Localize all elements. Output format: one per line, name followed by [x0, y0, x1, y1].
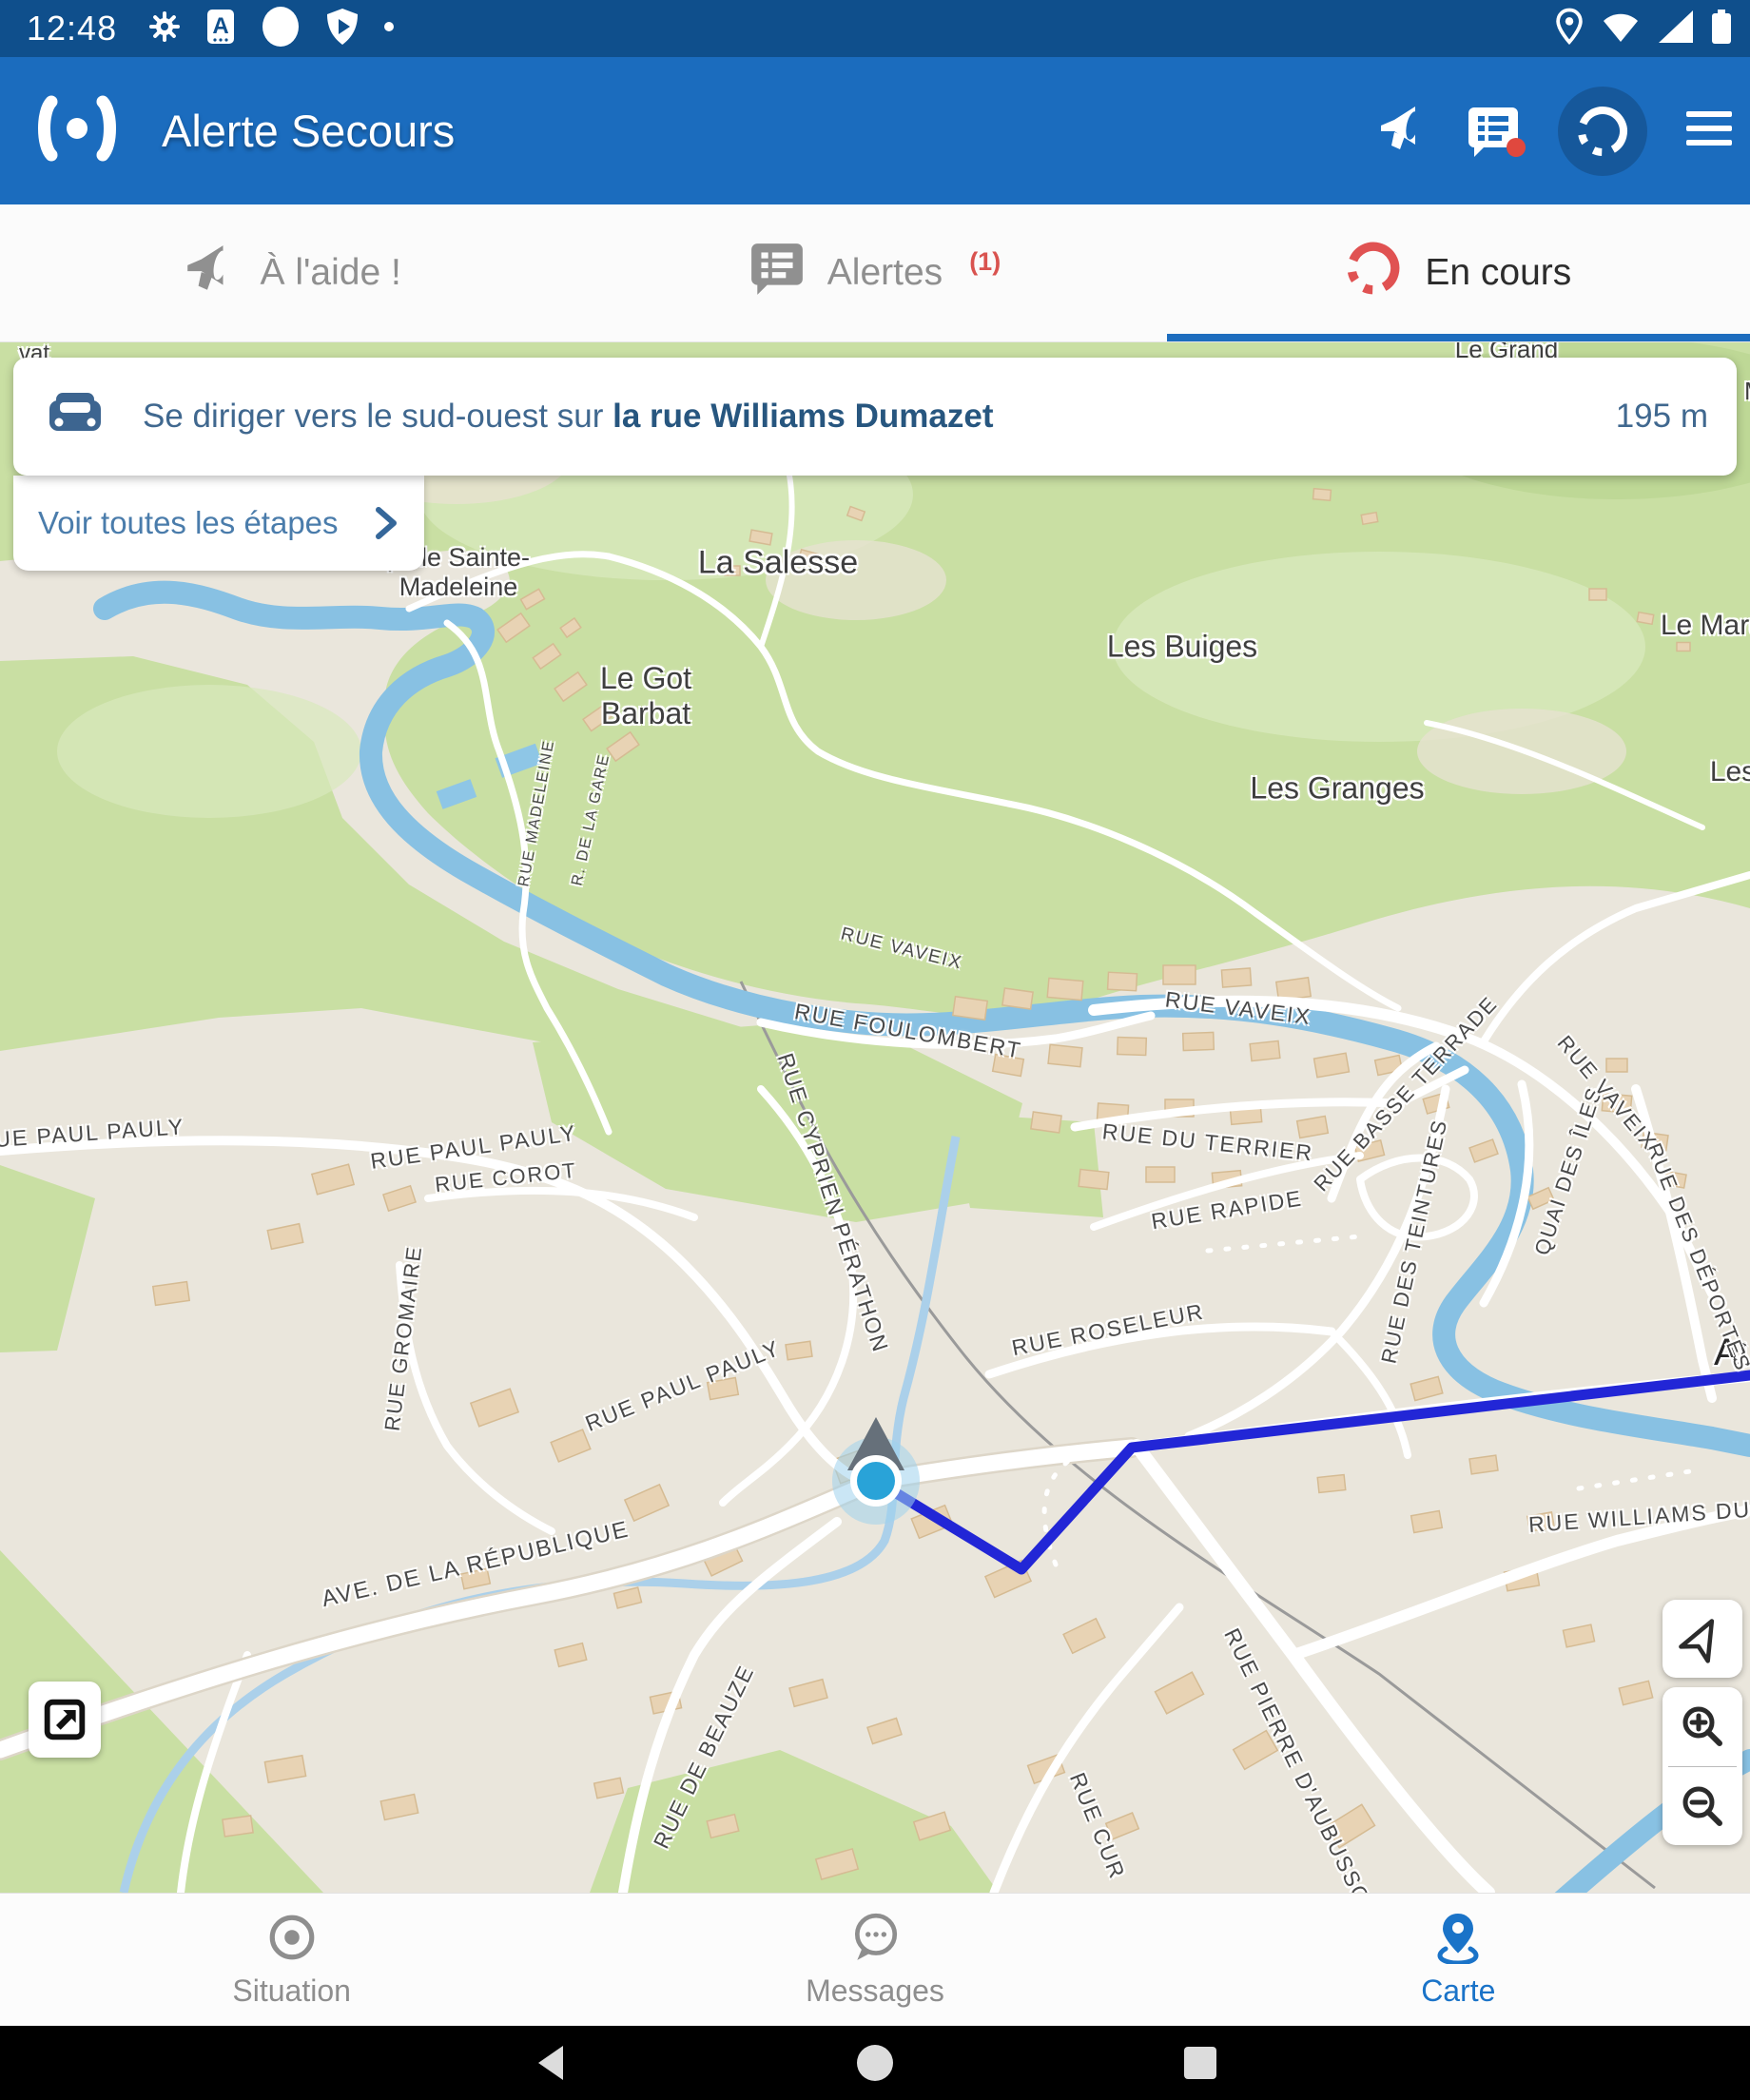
status-dot-icon	[383, 20, 395, 37]
chat-list-icon	[749, 240, 805, 306]
instruction-road: la rue Williams Dumazet	[612, 398, 993, 435]
phone-screen: 12:48 A	[0, 0, 1750, 2100]
zoom-out-icon	[1677, 1780, 1728, 1832]
instruction-text: Se diriger vers le sud-ouest sur la rue …	[143, 398, 1616, 436]
alert-count-badge: (1)	[969, 247, 1001, 277]
active-tab-indicator	[1167, 334, 1750, 341]
messages-icon	[848, 1911, 902, 1964]
map-canvas[interactable]: vatLe GrandMpelle Sainte-MadeleineLa Sal…	[0, 342, 1750, 1893]
open-external-map-button[interactable]	[29, 1682, 101, 1758]
unread-badge	[1507, 138, 1526, 157]
android-navigation-bar	[0, 2026, 1750, 2100]
chat-list-icon[interactable]	[1467, 104, 1520, 159]
map-place-label: Le GotBarbat	[600, 661, 691, 731]
tab-a-laide[interactable]: À l'aide !	[0, 204, 583, 341]
bottom-navigation: Situation Messages Carte	[0, 1893, 1750, 2026]
tracking-spinner-button[interactable]	[1558, 87, 1647, 176]
tab-bar: À l'aide ! Alertes (1) En cours	[0, 204, 1750, 342]
map-place-label: M	[1744, 378, 1750, 406]
car-icon	[48, 391, 103, 443]
map-place-label: Les Granges	[1250, 771, 1424, 807]
bottomnav-carte[interactable]: Carte	[1167, 1894, 1750, 2026]
zoom-out-button[interactable]	[1662, 1767, 1742, 1846]
app-bar: Alerte Secours	[0, 57, 1750, 204]
auto-translate-icon: A	[206, 9, 235, 49]
map-place-label: Les	[1710, 756, 1750, 789]
gear-icon	[147, 10, 182, 49]
signal-icon	[1657, 9, 1695, 49]
shield-play-icon	[326, 8, 359, 50]
map-place-label: Le Marc	[1661, 610, 1750, 643]
all-steps-label: Voir toutes les étapes	[38, 505, 371, 541]
zoom-in-button[interactable]	[1662, 1687, 1742, 1766]
notification-dot-icon	[260, 6, 301, 52]
battery-icon	[1710, 8, 1733, 50]
spinner-icon	[1345, 240, 1402, 306]
external-link-icon	[41, 1696, 88, 1743]
recents-button[interactable]	[1181, 2042, 1219, 2084]
megaphone-icon[interactable]	[1375, 102, 1429, 160]
status-bar: 12:48 A	[0, 0, 1750, 57]
all-steps-button[interactable]: Voir toutes les étapes	[13, 476, 424, 571]
tab-label: Alertes	[827, 252, 943, 294]
back-button[interactable]	[531, 2042, 569, 2084]
tab-label: À l'aide !	[260, 252, 400, 294]
tab-alertes[interactable]: Alertes (1)	[583, 204, 1166, 341]
map-graphics	[0, 342, 1750, 1893]
svg-text:A: A	[212, 13, 228, 39]
clock: 12:48	[27, 9, 117, 49]
map-place-label: La Salesse	[698, 544, 858, 581]
map-pin-icon	[1431, 1911, 1485, 1964]
bottomnav-situation[interactable]: Situation	[0, 1894, 583, 2026]
recenter-button[interactable]	[1662, 1600, 1742, 1678]
location-pin-icon	[1554, 8, 1585, 50]
tab-label: En cours	[1425, 252, 1571, 294]
home-button[interactable]	[854, 2042, 896, 2084]
situation-icon	[265, 1911, 319, 1964]
zoom-in-icon	[1677, 1701, 1728, 1752]
navigation-instruction-card[interactable]: Se diriger vers le sud-ouest sur la rue …	[13, 358, 1737, 476]
hamburger-menu-icon[interactable]	[1685, 109, 1733, 152]
current-location-marker	[832, 1417, 920, 1525]
distance-remaining: 195 m	[1616, 398, 1708, 436]
chevron-right-icon	[371, 505, 399, 541]
app-logo-icon	[36, 90, 118, 171]
navigation-arrow-icon	[1678, 1614, 1727, 1663]
map-place-label: Les Buiges	[1107, 630, 1257, 665]
bottomnav-label: Situation	[232, 1974, 351, 2009]
bottomnav-messages[interactable]: Messages	[583, 1894, 1166, 2026]
bottomnav-label: Messages	[806, 1974, 944, 2009]
bottomnav-label: Carte	[1421, 1974, 1495, 2009]
tab-en-cours[interactable]: En cours	[1167, 204, 1750, 341]
zoom-controls	[1662, 1687, 1742, 1845]
wifi-icon	[1600, 9, 1642, 49]
spinner-icon	[1575, 104, 1630, 159]
app-title: Alerte Secours	[162, 105, 455, 157]
megaphone-icon	[182, 241, 237, 305]
